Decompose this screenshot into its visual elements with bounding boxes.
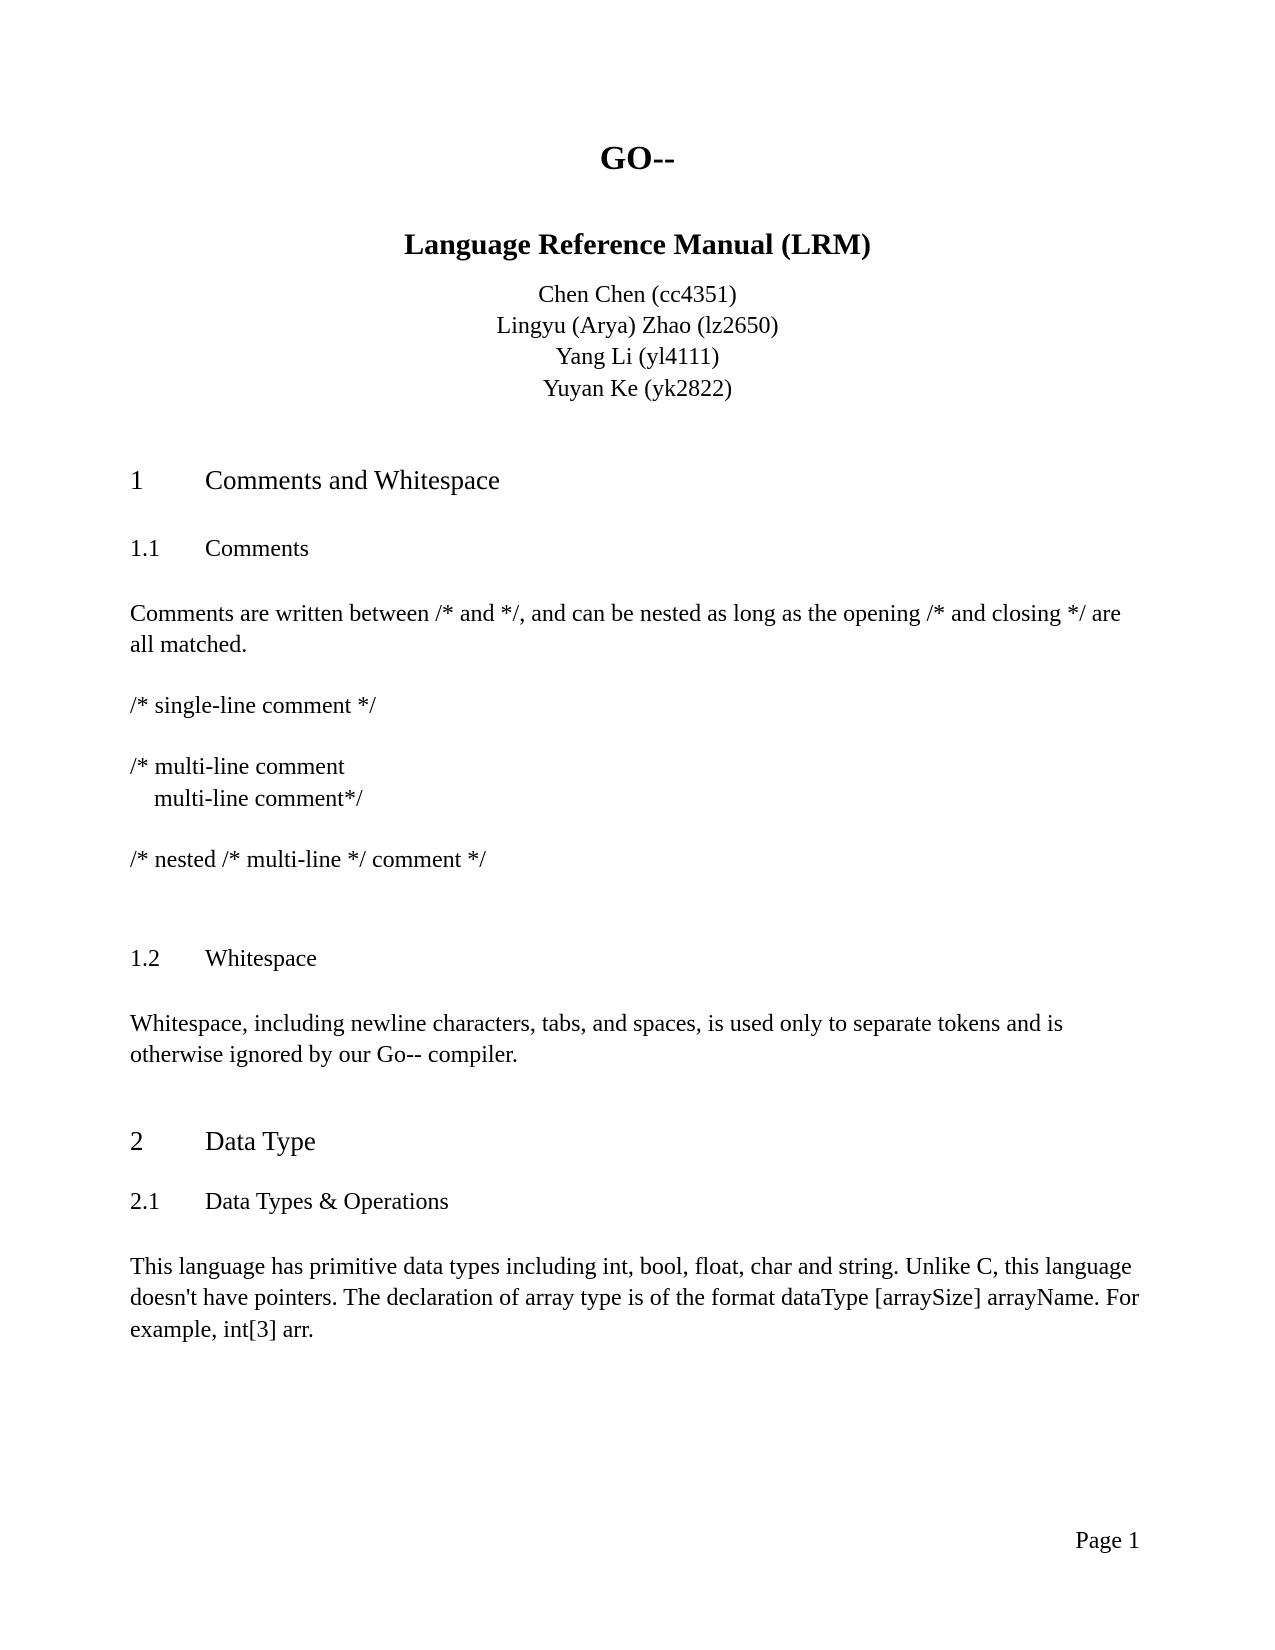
subsection-number: 1.1 (130, 536, 205, 563)
code-example: /* single-line comment */ (130, 691, 1145, 722)
subsection-number: 2.1 (130, 1189, 205, 1216)
subsection-heading-1-1: 1.1 Comments (130, 536, 1145, 563)
subsection-title: Data Types & Operations (205, 1189, 449, 1216)
section-title: Data Type (205, 1126, 316, 1157)
section-number: 2 (130, 1126, 205, 1157)
author: Lingyu (Arya) Zhao (lz2650) (130, 311, 1145, 342)
subsection-title: Comments (205, 536, 309, 563)
section-heading-1: 1 Comments and Whitespace (130, 465, 1145, 496)
subsection-title: Whitespace (205, 946, 317, 973)
section-number: 1 (130, 465, 205, 496)
paragraph: Whitespace, including newline characters… (130, 1009, 1145, 1071)
author: Yang Li (yl4111) (130, 342, 1145, 373)
code-example: /* nested /* multi-line */ comment */ (130, 845, 1145, 876)
paragraph: Comments are written between /* and */, … (130, 599, 1145, 661)
page-number: Page 1 (1075, 1528, 1140, 1555)
section-heading-2: 2 Data Type (130, 1126, 1145, 1157)
subsection-heading-2-1: 2.1 Data Types & Operations (130, 1189, 1145, 1216)
document-subtitle: Language Reference Manual (LRM) (130, 228, 1145, 262)
code-example: /* multi-line comment multi-line comment… (130, 752, 1145, 814)
authors-list: Chen Chen (cc4351) Lingyu (Arya) Zhao (l… (130, 280, 1145, 405)
section-title: Comments and Whitespace (205, 465, 500, 496)
document-title: GO-- (130, 140, 1145, 178)
subsection-heading-1-2: 1.2 Whitespace (130, 946, 1145, 973)
author: Chen Chen (cc4351) (130, 280, 1145, 311)
subsection-number: 1.2 (130, 946, 205, 973)
author: Yuyan Ke (yk2822) (130, 374, 1145, 405)
paragraph: This language has primitive data types i… (130, 1252, 1145, 1346)
